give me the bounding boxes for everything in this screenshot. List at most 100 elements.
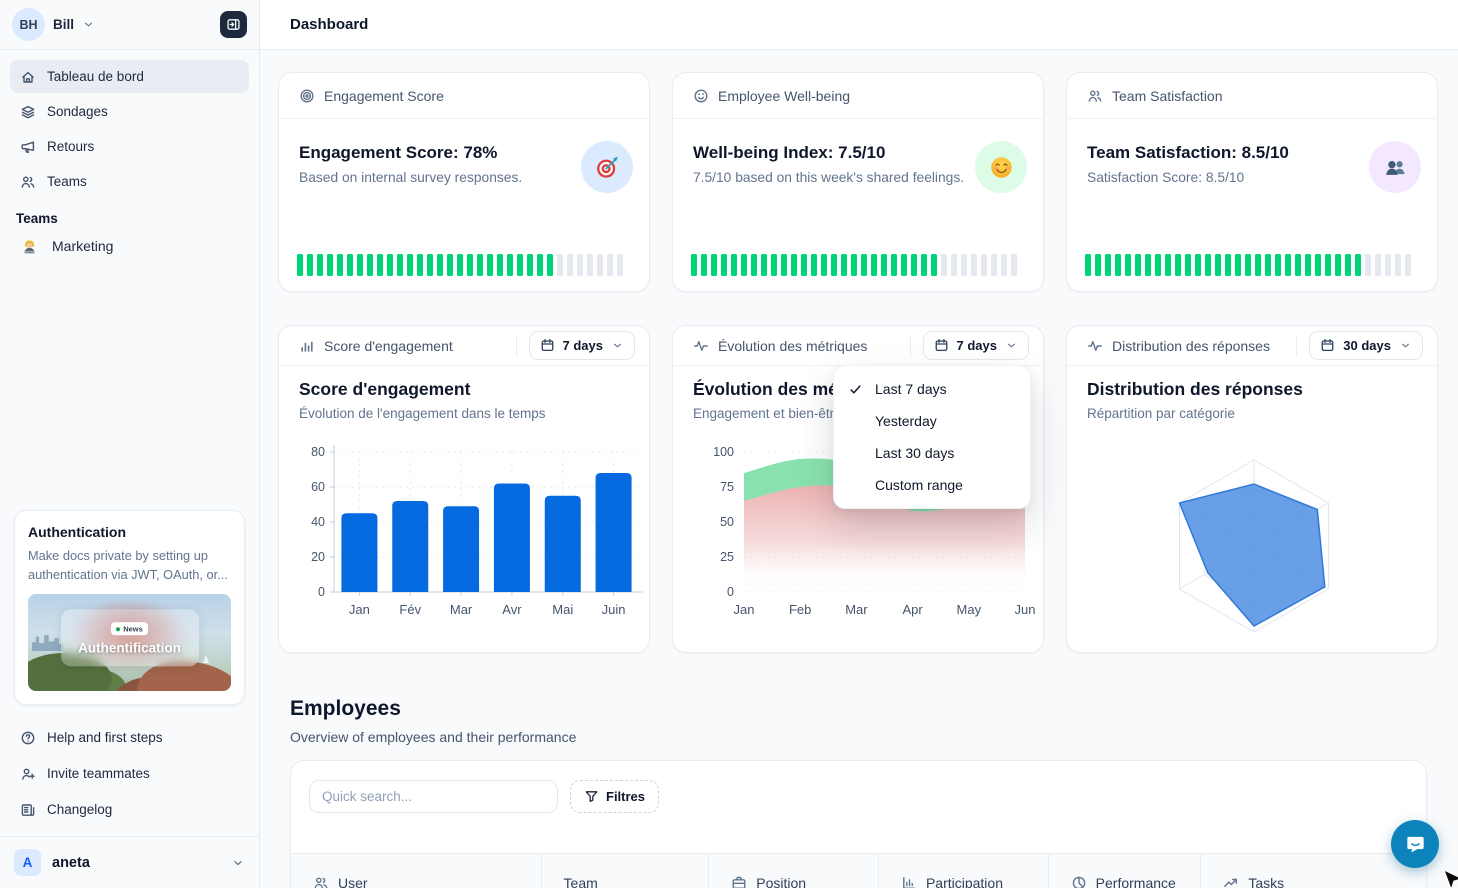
column-header-tasks[interactable]: Tasks	[1200, 854, 1426, 888]
column-header-participation[interactable]: Participation	[878, 854, 1048, 888]
sidebar-item-label: Changelog	[47, 802, 112, 817]
column-label: Participation	[926, 875, 1003, 888]
bar-chart-icon	[299, 338, 315, 354]
funnel-icon	[584, 789, 599, 804]
green-dot-icon	[116, 627, 120, 631]
card-header-label: Score d'engagement	[324, 338, 453, 354]
menu-item-last-7-days[interactable]: Last 7 days	[834, 373, 1030, 405]
technologist-emoji	[20, 237, 39, 256]
column-header-user[interactable]: User	[291, 854, 541, 888]
menu-item-custom-range[interactable]: Custom range	[834, 469, 1030, 501]
menu-item-label: Last 30 days	[875, 445, 954, 461]
table-toolbar: Filtres	[309, 780, 659, 813]
card-header-label: Distribution des réponses	[1112, 338, 1270, 354]
radar-chart	[1073, 438, 1433, 643]
column-header-position[interactable]: Position	[708, 854, 878, 888]
sidebar-header: BH Bill	[0, 0, 259, 50]
date-range-button[interactable]: 30 days	[1309, 331, 1423, 360]
date-range-button[interactable]: 7 days	[923, 331, 1029, 360]
promo-card[interactable]: Authentication Make docs private by sett…	[14, 510, 245, 705]
sidebar-item-label: Retours	[47, 139, 94, 154]
news-badge: News	[111, 622, 148, 635]
activity-icon	[1087, 338, 1103, 354]
chat-launcher-button[interactable]	[1391, 820, 1439, 868]
account-name: aneta	[52, 855, 90, 871]
card-header: Distribution des réponses 30 days	[1067, 326, 1437, 366]
workspace-name[interactable]: Bill	[53, 17, 74, 32]
svg-text:40: 40	[311, 515, 325, 529]
sidebar-item-label: Teams	[47, 174, 87, 189]
team-label: Marketing	[52, 238, 113, 254]
menu-item-label: Yesterday	[875, 413, 937, 429]
filters-button[interactable]: Filtres	[570, 780, 659, 813]
chevron-down-icon	[611, 339, 624, 352]
menu-item-label: Custom range	[875, 477, 963, 493]
column-header-performance[interactable]: Performance	[1048, 854, 1201, 888]
changelog-icon	[20, 802, 36, 818]
workspace-avatar[interactable]: BH	[12, 8, 45, 41]
sidebar: BH Bill Tableau de bordSondages Retours Te…	[0, 0, 260, 888]
chat-bubble-icon	[1404, 833, 1427, 856]
calendar-icon	[934, 338, 949, 353]
panel-collapse-icon	[226, 17, 241, 32]
sidebar-team-marketing[interactable]: Marketing	[10, 228, 249, 264]
layers-icon	[20, 104, 36, 120]
svg-text:20: 20	[311, 550, 325, 564]
sidebar-nav: Tableau de bordSondages Retours Teams	[0, 50, 259, 198]
divider	[1296, 335, 1297, 357]
card-header-label: Engagement Score	[324, 88, 444, 104]
column-label: Position	[756, 875, 806, 888]
sailboat-art	[203, 655, 209, 663]
svg-text:Jun: Jun	[1015, 602, 1036, 617]
promo-body: Make docs private by setting up authenti…	[28, 546, 231, 584]
smiling-face-emoji	[975, 141, 1027, 193]
chevron-down-icon	[231, 856, 245, 870]
sidebar-item-tableau-de-bord[interactable]: Tableau de bord	[10, 60, 249, 93]
search-input[interactable]	[309, 780, 558, 813]
column-header-team[interactable]: Team	[541, 854, 709, 888]
divider	[516, 335, 517, 357]
card-header: Engagement Score	[279, 73, 649, 119]
sidebar-item-help-and-first-steps[interactable]: Help and first steps	[10, 721, 249, 754]
sidebar-item-changelog[interactable]: Changelog	[10, 793, 249, 826]
svg-text:Mar: Mar	[845, 602, 868, 617]
promo-image[interactable]: News Authentification	[28, 594, 231, 691]
sidebar-item-teams[interactable]: Teams	[10, 165, 249, 198]
card-header: Évolution des métriques 7 days	[673, 326, 1043, 366]
svg-text:Avr: Avr	[502, 602, 522, 617]
sidebar-collapse-button[interactable]	[220, 11, 247, 38]
account-avatar: A	[14, 849, 41, 876]
chevron-down-icon	[82, 18, 95, 31]
chart-card-responses-distribution: Distribution des réponses 30 days Distri…	[1066, 325, 1438, 653]
column-label: Performance	[1096, 875, 1176, 888]
chart-title: Score d'engagement	[299, 379, 629, 400]
chart-subtitle: Répartition par catégorie	[1087, 406, 1417, 421]
employees-title: Employees	[290, 697, 401, 721]
card-header: Score d'engagement 7 days	[279, 326, 649, 366]
svg-text:Juin: Juin	[602, 602, 626, 617]
account-row[interactable]: A aneta	[0, 836, 259, 888]
svg-text:50: 50	[720, 515, 734, 529]
sidebar-item-retours[interactable]: Retours	[10, 130, 249, 163]
stat-card-engagement-score: Engagement Score Engagement Score: 78% B…	[278, 72, 650, 292]
sidebar-item-invite-teammates[interactable]: Invite teammates	[10, 757, 249, 790]
date-range-button[interactable]: 7 days	[529, 331, 635, 360]
activity-icon	[693, 338, 709, 354]
date-range-label: 30 days	[1343, 338, 1391, 353]
menu-item-yesterday[interactable]: Yesterday	[834, 405, 1030, 437]
progress-bar	[297, 254, 631, 276]
svg-text:Fév: Fév	[399, 602, 421, 617]
svg-text:25: 25	[720, 550, 734, 564]
sidebar-item-sondages[interactable]: Sondages	[10, 95, 249, 128]
calendar-icon	[540, 338, 555, 353]
card-header-label: Employee Well-being	[718, 88, 850, 104]
sidebar-item-label: Help and first steps	[47, 730, 163, 745]
stat-card-employee-wellbeing: Employee Well-being Well-being Index: 7.…	[672, 72, 1044, 292]
card-header: Team Satisfaction	[1067, 73, 1437, 119]
page-title: Dashboard	[290, 16, 368, 33]
svg-text:75: 75	[720, 480, 734, 494]
menu-item-last-30-days[interactable]: Last 30 days	[834, 437, 1030, 469]
date-range-menu: Last 7 days Yesterday Last 30 days Custom r…	[833, 365, 1031, 509]
target-dart-emoji	[581, 141, 633, 193]
busts-in-silhouette-emoji	[1369, 141, 1421, 193]
